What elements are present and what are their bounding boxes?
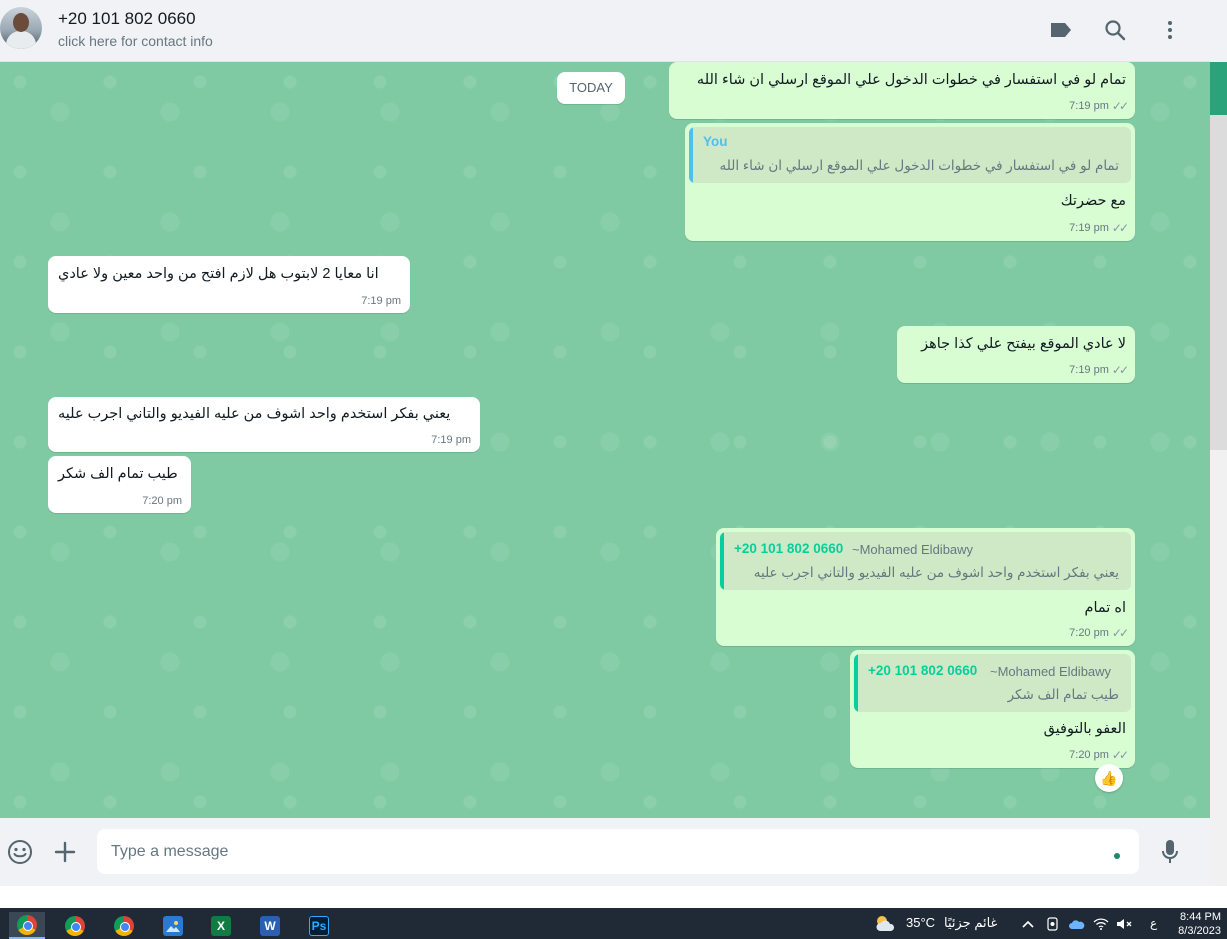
speaker-muted-icon[interactable] bbox=[1116, 916, 1132, 932]
quoted-message[interactable]: +20 101 802 0660 ~Mohamed Eldibawy طيب ت… bbox=[854, 654, 1131, 712]
message-text: لا عادي الموقع بيفتح علي كذا جاهز bbox=[921, 336, 1126, 352]
chat-area[interactable]: TODAY تمام لو في استفسار في خطوات الدخول… bbox=[0, 62, 1210, 818]
message-meta: 7:19 pm bbox=[431, 434, 471, 446]
message-time: 7:20 pm bbox=[1069, 627, 1109, 639]
mic-icon[interactable] bbox=[1155, 837, 1185, 867]
chrome-icon bbox=[17, 914, 37, 935]
message-in[interactable]: طيب تمام الف شكر 7:20 pm bbox=[48, 456, 191, 513]
double-check-icon: ✓✓ bbox=[1111, 363, 1129, 377]
quote-text: يعني بفكر استخدم واحد اشوف من عليه الفيد… bbox=[753, 565, 1119, 580]
contact-name[interactable]: +20 101 802 0660 bbox=[58, 9, 196, 29]
wifi-icon[interactable] bbox=[1093, 916, 1109, 932]
onedrive-icon[interactable] bbox=[1069, 916, 1085, 932]
label-icon[interactable] bbox=[1047, 16, 1075, 44]
message-text: طيب تمام الف شكر bbox=[58, 466, 178, 482]
message-meta: 7:20 pm bbox=[142, 495, 182, 507]
message-time: 7:19 pm bbox=[1069, 364, 1109, 376]
chrome-icon bbox=[114, 915, 134, 936]
message-text: مع حضرتك bbox=[1060, 193, 1126, 209]
quote-text: طيب تمام الف شكر bbox=[1007, 687, 1119, 702]
message-text: تمام لو في استفسار في خطوات الدخول علي ا… bbox=[696, 72, 1126, 88]
contact-avatar[interactable] bbox=[0, 7, 42, 49]
window-bottom-gap bbox=[0, 886, 1227, 908]
taskbar-chrome-active[interactable] bbox=[9, 912, 45, 939]
clock-time: 8:44 PM bbox=[1180, 911, 1221, 923]
taskbar-photos[interactable] bbox=[155, 912, 191, 939]
thumbs-up-reaction-icon[interactable]: 👍 bbox=[1095, 764, 1123, 792]
photoshop-icon: Ps bbox=[309, 915, 329, 936]
quote-bar bbox=[720, 532, 724, 590]
chrome-icon bbox=[65, 915, 85, 936]
plus-icon[interactable] bbox=[50, 837, 80, 867]
quote-author: +20 101 802 0660 bbox=[868, 663, 978, 678]
taskbar-word[interactable]: W bbox=[252, 912, 288, 939]
message-meta: 7:19 pm bbox=[361, 295, 401, 307]
taskbar: X W Ps 35°C غائم جزئيًا ع 8:44 PM 8/3/20… bbox=[0, 908, 1227, 939]
quote-bar bbox=[854, 654, 858, 712]
weather-condition[interactable]: غائم جزئيًا bbox=[944, 915, 997, 931]
quoted-message[interactable]: +20 101 802 0660 ~Mohamed Eldibawy يعني … bbox=[720, 532, 1131, 590]
status-dot bbox=[1114, 853, 1120, 859]
message-out[interactable]: You تمام لو في استفسار في خطوات الدخول ع… bbox=[685, 123, 1135, 241]
message-time: 7:19 pm bbox=[361, 295, 401, 307]
taskbar-chrome-profile-1[interactable] bbox=[57, 912, 93, 939]
input-language[interactable]: ع bbox=[1150, 916, 1157, 930]
emoji-icon[interactable] bbox=[5, 837, 35, 867]
message-in[interactable]: يعني بفكر استخدم واحد اشوف من عليه الفيد… bbox=[48, 397, 480, 452]
message-time: 7:20 pm bbox=[142, 495, 182, 507]
quote-alias: ~Mohamed Eldibawy bbox=[990, 664, 1112, 679]
message-out[interactable]: +20 101 802 0660 ~Mohamed Eldibawy يعني … bbox=[716, 528, 1135, 646]
quote-alias: ~Mohamed Eldibawy bbox=[852, 542, 974, 557]
message-time: 7:19 pm bbox=[1069, 222, 1109, 234]
meet-now-icon[interactable] bbox=[1045, 916, 1061, 932]
double-check-icon: ✓✓ bbox=[1111, 626, 1129, 640]
message-text: انا معايا 2 لابتوب هل لازم افتح من واحد … bbox=[58, 266, 379, 282]
message-meta: 7:19 pm ✓✓ bbox=[1069, 99, 1129, 113]
quote-text: تمام لو في استفسار في خطوات الدخول علي ا… bbox=[719, 158, 1119, 173]
photos-icon bbox=[163, 915, 183, 936]
double-check-icon: ✓✓ bbox=[1111, 99, 1129, 113]
taskbar-chrome-profile-2[interactable] bbox=[106, 912, 142, 939]
message-composer bbox=[0, 818, 1210, 886]
weather-icon[interactable] bbox=[874, 913, 898, 935]
message-in[interactable]: انا معايا 2 لابتوب هل لازم افتح من واحد … bbox=[48, 256, 410, 313]
excel-icon: X bbox=[211, 915, 231, 936]
taskbar-photoshop[interactable]: Ps bbox=[301, 912, 337, 939]
message-meta: 7:19 pm ✓✓ bbox=[1069, 221, 1129, 235]
menu-icon[interactable] bbox=[1156, 16, 1184, 44]
chat-header: +20 101 802 0660 click here for contact … bbox=[0, 0, 1210, 62]
message-text: العفو بالتوفيق bbox=[1043, 721, 1126, 737]
search-icon[interactable] bbox=[1101, 16, 1129, 44]
message-input[interactable] bbox=[97, 829, 1139, 874]
weather-temperature[interactable]: 35°C bbox=[906, 915, 935, 930]
message-out[interactable]: تمام لو في استفسار في خطوات الدخول علي ا… bbox=[669, 62, 1135, 119]
word-icon: W bbox=[260, 915, 280, 936]
message-text: يعني بفكر استخدم واحد اشوف من عليه الفيد… bbox=[58, 406, 451, 422]
taskbar-excel[interactable]: X bbox=[203, 912, 239, 939]
system-clock[interactable]: 8:44 PM 8/3/2023 bbox=[1178, 910, 1221, 938]
contact-info-link[interactable]: click here for contact info bbox=[58, 33, 213, 49]
quote-bar bbox=[689, 127, 693, 183]
message-time: 7:19 pm bbox=[1069, 100, 1109, 112]
chevron-up-icon[interactable] bbox=[1020, 916, 1036, 932]
message-time: 7:20 pm bbox=[1069, 749, 1109, 761]
double-check-icon: ✓✓ bbox=[1111, 221, 1129, 235]
scrollbar-thumb[interactable] bbox=[1210, 62, 1227, 115]
message-text: اه تمام bbox=[1084, 600, 1126, 616]
avatar-torso bbox=[6, 31, 36, 49]
message-meta: 7:20 pm ✓✓ bbox=[1069, 748, 1129, 762]
message-meta: 7:19 pm ✓✓ bbox=[1069, 363, 1129, 377]
quoted-message[interactable]: You تمام لو في استفسار في خطوات الدخول ع… bbox=[689, 127, 1131, 183]
clock-date: 8/3/2023 bbox=[1178, 925, 1221, 937]
avatar-head bbox=[13, 13, 29, 32]
double-check-icon: ✓✓ bbox=[1111, 748, 1129, 762]
message-out[interactable]: لا عادي الموقع بيفتح علي كذا جاهز 7:19 p… bbox=[897, 326, 1135, 383]
message-time: 7:19 pm bbox=[431, 434, 471, 446]
quote-author: You bbox=[703, 134, 728, 149]
date-chip: TODAY bbox=[557, 72, 625, 104]
scrollbar-track-segment bbox=[1210, 115, 1227, 450]
quote-author: +20 101 802 0660 bbox=[734, 541, 844, 556]
message-out[interactable]: +20 101 802 0660 ~Mohamed Eldibawy طيب ت… bbox=[850, 650, 1135, 768]
message-meta: 7:20 pm ✓✓ bbox=[1069, 626, 1129, 640]
